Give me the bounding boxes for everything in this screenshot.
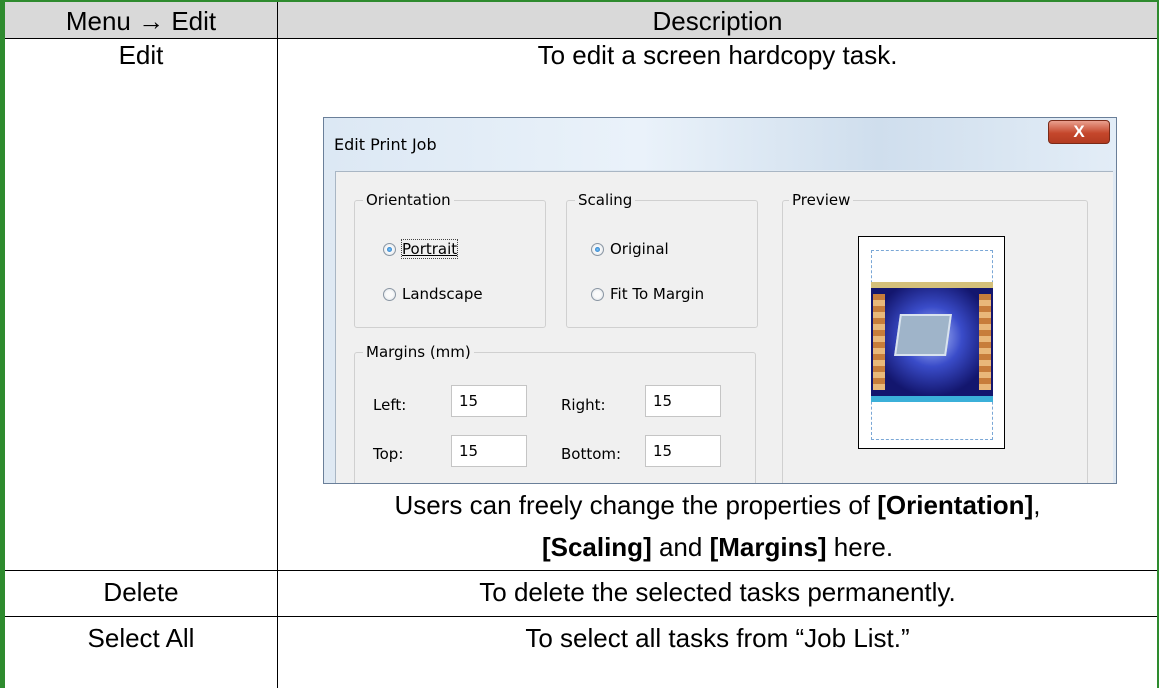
fit-to-margin-label: Fit To Margin [610,285,705,303]
row-name-edit: Edit [118,40,164,70]
edit-note-comma: , [1033,490,1041,520]
margins-group-label: Margins (mm) [363,343,474,361]
edit-note-suffix: here. [826,532,894,562]
right-margin-input[interactable]: 15 [645,385,721,417]
right-margin-label: Right: [561,396,606,414]
preview-monitor-shape [894,314,952,356]
preview-side-bar [979,294,991,390]
landscape-label: Landscape [402,285,483,303]
left-margin-input[interactable]: 15 [451,385,527,417]
original-radio[interactable]: Original [591,240,669,258]
bottom-margin-input[interactable]: 15 [645,435,721,467]
radio-selected-icon [383,243,396,256]
close-button[interactable]: X [1048,120,1110,144]
radio-selected-icon [591,243,604,256]
scaling-group-label: Scaling [575,191,636,209]
dialog-title: Edit Print Job [334,135,437,154]
row-description-delete: To delete the selected tasks permanently… [479,577,956,607]
edit-note-orientation: [Orientation] [877,490,1034,520]
header-description: Description [652,6,783,36]
fit-to-margin-radio[interactable]: Fit To Margin [591,285,704,303]
row-name-delete: Delete [103,577,179,607]
row-name-select-all: Select All [87,623,195,653]
landscape-radio[interactable]: Landscape [383,285,483,303]
table-row-delete: Delete To delete the selected tasks perm… [5,571,1157,617]
left-margin-label: Left: [373,396,407,414]
radio-unselected-icon [383,288,396,301]
edit-note-prefix: Users can freely change the properties o… [394,490,878,520]
orientation-group: Orientation Portrait Landscape [354,191,546,328]
header-menu-edit: Menu → Edit [65,6,217,36]
scaling-group: Scaling Original Fit To Margin [566,191,758,328]
row-description-edit: To edit a screen hardcopy task. [537,40,898,70]
original-label: Original [610,240,669,258]
top-margin-label: Top: [373,445,404,463]
radio-unselected-icon [591,288,604,301]
portrait-radio[interactable]: Portrait [383,239,459,259]
portrait-label: Portrait [400,239,459,259]
orientation-group-label: Orientation [363,191,454,209]
preview-group-label: Preview [789,191,854,209]
edit-note-margins: [Margins] [709,532,827,562]
margins-group: Margins (mm) Left: 15 Right: 15 Top: 15 … [354,343,756,483]
preview-side-bar [873,294,885,390]
preview-page-image [858,236,1005,449]
table-row-select-all: Select All To select all tasks from “Job… [5,617,1157,688]
table-header-row: Menu → Edit Description [5,0,1157,39]
edit-note: Users can freely change the properties o… [278,484,1157,568]
preview-screenshot-image [871,282,993,402]
bottom-margin-label: Bottom: [561,445,622,463]
top-margin-input[interactable]: 15 [451,435,527,467]
dialog-titlebar: Edit Print Job X [324,118,1116,170]
edit-note-scaling: [Scaling] [541,532,652,562]
edit-note-and: and [651,532,710,562]
row-description-select-all: To select all tasks from “Job List.” [525,623,910,653]
